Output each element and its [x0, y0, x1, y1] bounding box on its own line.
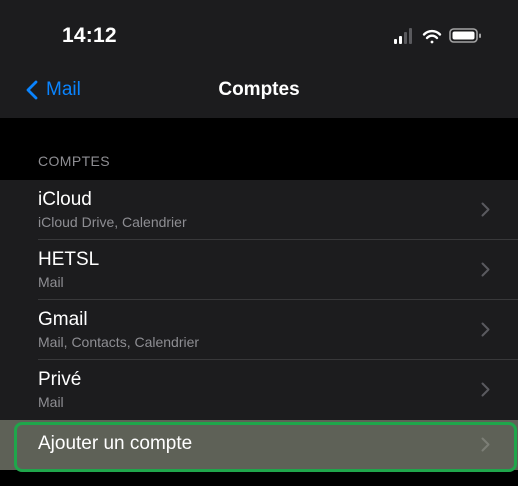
- battery-icon: [449, 28, 481, 43]
- add-account-label: Ajouter un compte: [38, 433, 193, 454]
- account-detail: Mail, Contacts, Calendrier: [38, 334, 200, 350]
- chevron-right-icon: [481, 382, 490, 397]
- account-detail: Mail: [38, 274, 64, 290]
- chevron-right-icon: [481, 322, 490, 337]
- account-name: Privé: [38, 369, 82, 390]
- account-row-hetsl[interactable]: HETSL Mail: [0, 240, 518, 300]
- status-icons: [394, 28, 481, 44]
- account-detail: iCloud Drive, Calendrier: [38, 214, 187, 230]
- add-account-button[interactable]: Ajouter un compte: [0, 420, 518, 470]
- account-name: Gmail: [38, 309, 88, 330]
- chevron-right-icon: [481, 202, 490, 217]
- account-detail: Mail: [38, 394, 64, 410]
- account-name: HETSL: [38, 249, 100, 270]
- chevron-right-icon: [481, 437, 490, 452]
- cellular-signal-icon: [394, 28, 412, 44]
- top-bar: 14:12 Mail Comptes: [0, 0, 518, 118]
- wifi-icon: [422, 29, 442, 44]
- section-header-accounts: COMPTES: [38, 153, 111, 169]
- account-name: iCloud: [38, 189, 92, 210]
- account-row-icloud[interactable]: iCloud iCloud Drive, Calendrier: [0, 180, 518, 240]
- page-title: Comptes: [218, 79, 300, 100]
- settings-screen: 14:12 Mail Comptes COMPTES iCloud iCloud…: [0, 0, 518, 486]
- status-time: 14:12: [62, 24, 117, 47]
- chevron-right-icon: [481, 262, 490, 277]
- accounts-list: iCloud iCloud Drive, Calendrier HETSL Ma…: [0, 180, 518, 470]
- account-row-prive[interactable]: Privé Mail: [0, 360, 518, 420]
- account-row-gmail[interactable]: Gmail Mail, Contacts, Calendrier: [0, 300, 518, 360]
